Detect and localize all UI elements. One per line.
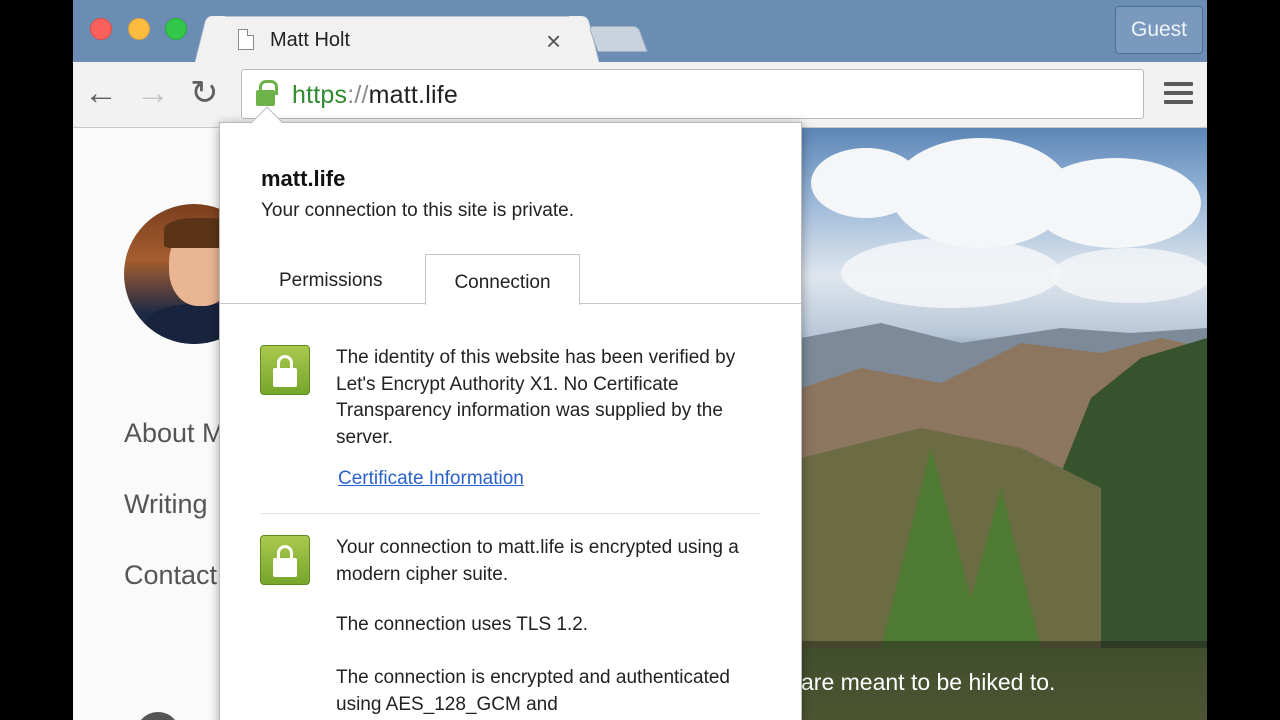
url-scheme: https	[292, 81, 348, 109]
tls-text: The connection uses TLS 1.2.	[336, 614, 589, 635]
browser-tab-active[interactable]: Matt Holt ×	[209, 16, 585, 64]
back-arrow-icon[interactable]: ←	[84, 76, 118, 110]
url-separator: ://	[347, 81, 369, 109]
address-bar[interactable]: https://matt.life	[241, 69, 1144, 119]
window-close-button[interactable]	[90, 18, 112, 40]
social-icon[interactable]	[136, 712, 180, 720]
hero-image: are meant to be hiked to.	[801, 128, 1207, 720]
lock-icon	[260, 345, 310, 395]
nav-link-writing[interactable]: Writing	[124, 489, 208, 520]
profile-button[interactable]: Guest	[1115, 6, 1203, 54]
tab-title: Matt Holt	[270, 29, 351, 51]
browser-window: Matt Holt × Guest ← → ↻ https://matt.lif…	[73, 0, 1207, 720]
lock-icon	[260, 535, 310, 585]
url-text[interactable]: https://matt.life	[292, 81, 458, 110]
close-tab-icon[interactable]: ×	[546, 26, 561, 57]
nav-link-about[interactable]: About M	[124, 418, 225, 449]
tab-permissions[interactable]: Permissions	[279, 270, 382, 292]
forward-arrow-icon[interactable]: →	[136, 76, 170, 110]
site-info-popup: matt.life Your connection to this site i…	[219, 122, 802, 720]
certificate-information-link[interactable]: Certificate Information	[338, 468, 524, 490]
url-host: matt.life	[368, 81, 458, 109]
popup-domain: matt.life	[261, 166, 346, 191]
new-tab-button[interactable]	[588, 26, 648, 52]
tab-strip: Matt Holt × Guest	[73, 0, 1207, 64]
toolbar: ← → ↻ https://matt.life	[73, 62, 1207, 128]
window-minimize-button[interactable]	[128, 18, 150, 40]
tab-connection[interactable]: Connection	[425, 254, 580, 305]
hero-caption: are meant to be hiked to.	[801, 669, 1056, 695]
secure-lock-icon[interactable]	[256, 80, 278, 106]
popup-subtitle: Your connection to this site is private.	[261, 200, 574, 221]
cipher-text: The connection is encrypted and authenti…	[336, 667, 730, 715]
window-zoom-button[interactable]	[165, 18, 187, 40]
identity-text: The identity of this website has been ve…	[336, 347, 736, 448]
page-icon	[238, 29, 254, 50]
hamburger-menu-icon[interactable]	[1164, 82, 1193, 109]
section-divider	[260, 513, 760, 514]
reload-icon[interactable]: ↻	[190, 76, 219, 110]
encryption-text: Your connection to matt.life is encrypte…	[336, 537, 739, 585]
nav-link-contact[interactable]: Contact	[124, 560, 217, 591]
